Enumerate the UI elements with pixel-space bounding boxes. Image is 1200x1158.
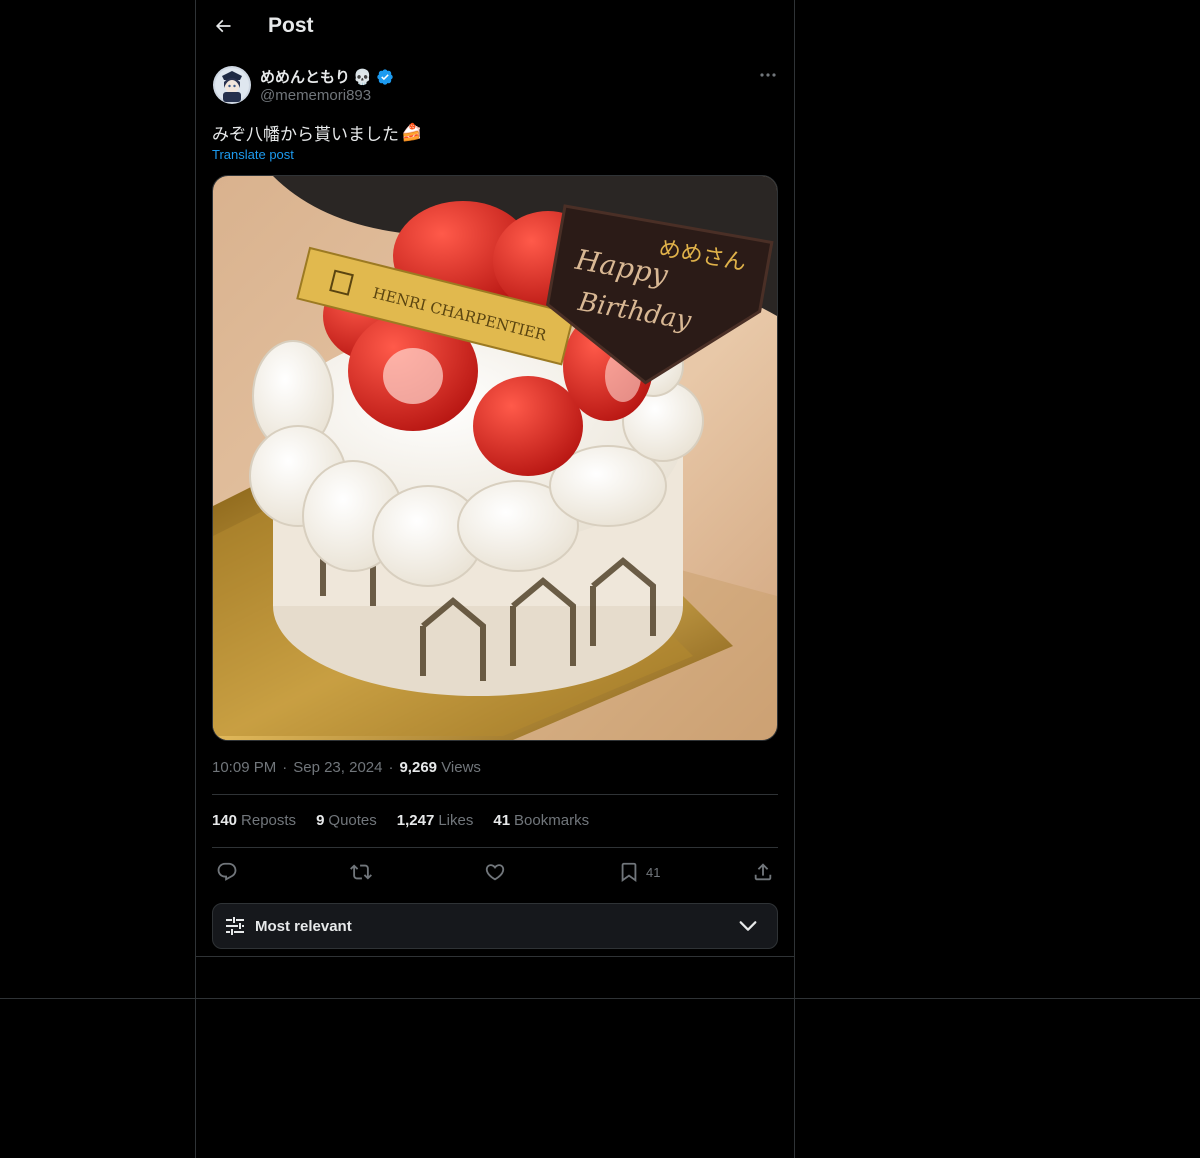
skull-emoji: 💀 — [353, 68, 372, 86]
meta-separator: · — [388, 759, 394, 776]
quotes-label: Quotes — [328, 812, 377, 829]
post-date[interactable]: Sep 23, 2024 — [293, 759, 382, 776]
bookmark-icon — [621, 862, 637, 883]
bookmark-count: 41 — [646, 864, 661, 880]
author-handle[interactable]: @mememori893 — [260, 87, 371, 104]
verified-badge-icon — [377, 68, 393, 85]
post-stats: 140 Reposts 9 Quotes 1,247 Likes 41 Bookmark… — [212, 812, 589, 829]
reply-icon — [217, 862, 237, 881]
repost-icon — [350, 864, 372, 880]
post-text: みぞ八幡から貰いました 🍰 — [212, 120, 422, 145]
likes-count: 1,247 — [396, 812, 435, 829]
reposts-stat[interactable]: 140 Reposts — [212, 812, 296, 829]
back-arrow-icon — [215, 19, 231, 33]
meta-separator: · — [282, 759, 288, 776]
reposts-count: 140 — [212, 812, 238, 829]
like-button[interactable] — [484, 858, 506, 886]
divider — [212, 794, 778, 795]
cake-emoji: 🍰 — [401, 122, 423, 142]
column-divider — [196, 956, 794, 957]
heart-icon — [485, 864, 505, 881]
translate-post-link[interactable]: Translate post — [212, 147, 294, 162]
likes-stat[interactable]: 1,247 Likes — [397, 812, 474, 829]
author-name-row: めめんともり 💀 — [260, 66, 394, 87]
views[interactable]: 9,269 Views — [399, 759, 480, 776]
bookmarks-count: 41 — [493, 812, 511, 829]
more-dots-icon — [760, 73, 776, 77]
more-options-button[interactable] — [757, 66, 779, 84]
page-divider — [0, 998, 1200, 999]
bookmark-button[interactable]: 41 — [618, 858, 660, 886]
cake-photo: HENRI CHARPENTIER Happy Birthday めめさん — [213, 176, 777, 740]
post-time[interactable]: 10:09 PM — [212, 759, 276, 776]
post-image[interactable]: HENRI CHARPENTIER Happy Birthday めめさん — [212, 175, 778, 741]
replies-sort-dropdown[interactable]: Most relevant — [212, 903, 778, 949]
views-label: Views — [441, 759, 481, 776]
post-meta: 10:09 PM · Sep 23, 2024 · 9,269 Views — [212, 759, 481, 776]
sort-label: Most relevant — [255, 917, 352, 935]
sliders-icon — [226, 917, 244, 935]
likes-label: Likes — [438, 812, 474, 829]
bookmarks-label: Bookmarks — [514, 812, 590, 829]
quotes-stat[interactable]: 9 Quotes — [316, 812, 377, 829]
bookmarks-stat[interactable]: 41 Bookmarks — [493, 812, 589, 829]
post-header: Post — [196, 0, 794, 54]
avatar[interactable] — [213, 66, 251, 104]
views-count: 9,269 — [399, 759, 438, 776]
share-icon — [754, 863, 772, 881]
page-title: Post — [268, 14, 314, 37]
back-button[interactable] — [206, 9, 240, 43]
author-display-name[interactable]: めめんともり — [260, 66, 350, 87]
repost-button[interactable] — [350, 858, 372, 886]
post-actions: 41 — [212, 858, 778, 886]
quotes-count: 9 — [316, 812, 325, 829]
reposts-label: Reposts — [241, 812, 297, 829]
chevron-down-icon — [739, 921, 757, 931]
post-text-body: みぞ八幡から貰いました — [212, 125, 399, 144]
reply-button[interactable] — [216, 858, 238, 886]
divider — [212, 847, 778, 848]
share-button[interactable] — [752, 858, 774, 886]
